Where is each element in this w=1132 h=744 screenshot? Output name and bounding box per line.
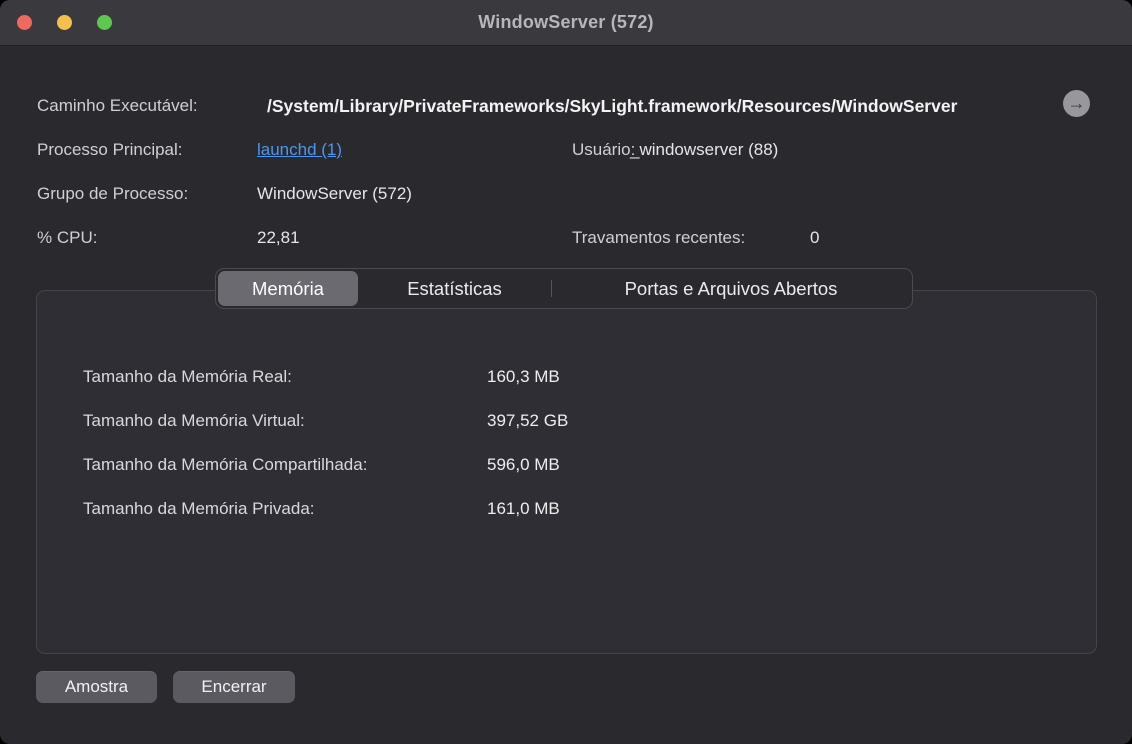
cpu-value: 22,81 [257, 226, 300, 250]
reveal-path-button[interactable]: → [1063, 90, 1090, 117]
process-group-label: Grupo de Processo: [37, 182, 188, 206]
memory-row-value: 160,3 MB [487, 365, 560, 389]
titlebar: WindowServer (572) [0, 0, 1132, 46]
tab-bar: Memória Estatísticas Portas e Arquivos A… [215, 268, 913, 309]
memory-row-value: 397,52 GB [487, 409, 568, 433]
memory-row-value: 596,0 MB [487, 453, 560, 477]
recent-crashes-label: Travamentos recentes: [572, 226, 745, 250]
tab-ports-open-files[interactable]: Portas e Arquivos Abertos [552, 271, 910, 306]
user-value: _windowserver (88) [630, 138, 778, 162]
exec-path-label: Caminho Executável: [37, 94, 198, 118]
quit-button[interactable]: Encerrar [173, 671, 295, 703]
memory-row-label: Tamanho da Memória Compartilhada: [83, 453, 367, 477]
process-info-window: WindowServer (572) Caminho Executável: /… [0, 0, 1132, 744]
tab-memory[interactable]: Memória [218, 271, 358, 306]
traffic-lights [17, 15, 112, 30]
exec-path-value: /System/Library/PrivateFrameworks/SkyLig… [267, 93, 1049, 119]
parent-process-label: Processo Principal: [37, 138, 183, 162]
arrow-right-icon: → [1068, 93, 1086, 113]
tab-statistics[interactable]: Estatísticas [358, 271, 551, 306]
window-title: WindowServer (572) [478, 12, 654, 33]
tab-content-panel: Tamanho da Memória Real: 160,3 MB Tamanh… [36, 290, 1097, 654]
zoom-button[interactable] [97, 15, 112, 30]
user-label: Usuário: [572, 138, 635, 162]
parent-process-link[interactable]: launchd (1) [257, 140, 342, 159]
memory-row-value: 161,0 MB [487, 497, 560, 521]
minimize-button[interactable] [57, 15, 72, 30]
parent-process-link-row: launchd (1) [257, 138, 342, 162]
sample-button[interactable]: Amostra [36, 671, 157, 703]
memory-row-label: Tamanho da Memória Privada: [83, 497, 315, 521]
memory-row-label: Tamanho da Memória Virtual: [83, 409, 305, 433]
cpu-label: % CPU: [37, 226, 97, 250]
close-button[interactable] [17, 15, 32, 30]
process-group-value: WindowServer (572) [257, 182, 412, 206]
memory-row-label: Tamanho da Memória Real: [83, 365, 292, 389]
recent-crashes-value: 0 [810, 226, 819, 250]
